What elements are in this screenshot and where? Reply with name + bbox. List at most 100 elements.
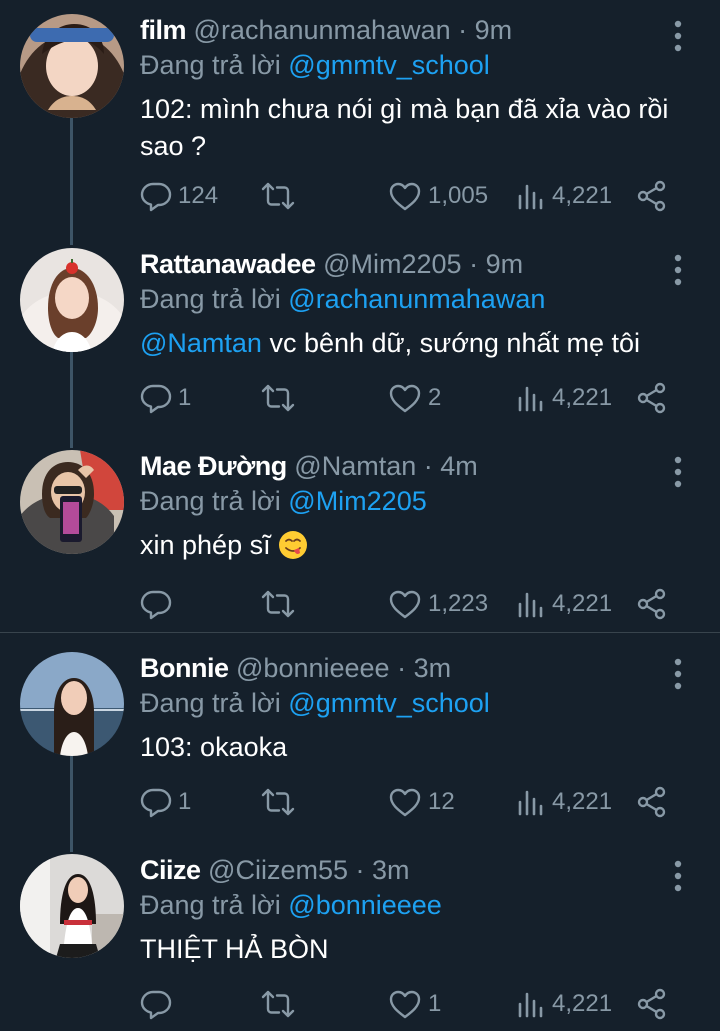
separator-dot: · (458, 15, 468, 45)
avatar[interactable] (20, 248, 124, 352)
timestamp[interactable]: 9m (486, 249, 524, 279)
avatar[interactable] (20, 450, 124, 554)
reply-button[interactable] (140, 584, 178, 624)
replying-to-link[interactable]: @rachanunmahawan (288, 284, 545, 314)
tweet[interactable]: Mae Đường @Namtan · 4m Đang trả lời @Mim… (0, 450, 720, 630)
face-savoring-food-emoji-icon (279, 531, 308, 559)
separator-dot: · (397, 653, 407, 683)
timestamp[interactable]: 9m (475, 15, 513, 45)
like-button[interactable]: 1 (388, 984, 441, 1024)
mention-link[interactable]: @Namtan (140, 328, 262, 358)
share-button[interactable] (636, 176, 668, 216)
replying-to: Đang trả lời @gmmtv_school (140, 687, 490, 719)
like-button[interactable]: 1,005 (388, 176, 488, 216)
view-count: 4,221 (552, 182, 613, 209)
user-handle[interactable]: @Ciizem55 (208, 855, 348, 885)
like-button[interactable]: 2 (388, 378, 441, 418)
replying-to: Đang trả lời @Mim2205 (140, 485, 427, 517)
separator-dot: · (469, 249, 479, 279)
reply-count: 1 (178, 384, 192, 411)
display-name[interactable]: Mae Đường (140, 451, 287, 481)
retweet-arrows-icon (260, 180, 296, 212)
replying-to-link[interactable]: @gmmtv_school (288, 50, 489, 80)
user-handle[interactable]: @Namtan (294, 451, 416, 481)
display-name[interactable]: Ciize (140, 855, 201, 885)
speech-bubble-icon (140, 180, 172, 212)
view-count: 4,221 (552, 590, 613, 617)
views-button[interactable]: 4,221 (516, 984, 612, 1024)
share-button[interactable] (636, 378, 668, 418)
timestamp[interactable]: 3m (414, 653, 452, 683)
tweet-text-body: xin phép sĩ (140, 530, 279, 560)
reply-count: 1 (178, 788, 192, 815)
reply-button[interactable]: 1 (140, 378, 191, 418)
like-button[interactable]: 12 (388, 782, 455, 822)
retweet-button[interactable] (260, 782, 302, 822)
bar-chart-icon (516, 786, 546, 818)
like-button[interactable]: 1,223 (388, 584, 488, 624)
views-button[interactable]: 4,221 (516, 584, 612, 624)
tweet[interactable]: Bonnie @bonnieeee · 3m Đang trả lời @gmm… (0, 652, 720, 832)
tweet[interactable]: Ciize @Ciizem55 · 3m Đang trả lời @bonni… (0, 854, 720, 1029)
share-button[interactable] (636, 584, 668, 624)
reply-button[interactable]: 124 (140, 176, 218, 216)
replying-to-link[interactable]: @bonnieeee (288, 890, 442, 920)
more-options-icon[interactable] (666, 454, 690, 490)
replying-prefix: Đang trả lời (140, 50, 281, 80)
tweet[interactable]: Rattanawadee @Mim2205 · 9m Đang trả lời … (0, 248, 720, 438)
timestamp[interactable]: 4m (440, 451, 478, 481)
like-count: 12 (428, 788, 455, 815)
reply-button[interactable]: 1 (140, 782, 191, 822)
share-button[interactable] (636, 984, 668, 1024)
display-name[interactable]: Bonnie (140, 653, 229, 683)
retweet-arrows-icon (260, 988, 296, 1020)
retweet-button[interactable] (260, 584, 302, 624)
views-button[interactable]: 4,221 (516, 176, 612, 216)
views-button[interactable]: 4,221 (516, 378, 612, 418)
tweet-header: Bonnie @bonnieeee · 3m (140, 652, 451, 684)
retweet-arrows-icon (260, 786, 296, 818)
retweet-button[interactable] (260, 984, 302, 1024)
views-button[interactable]: 4,221 (516, 782, 612, 822)
retweet-button[interactable] (260, 176, 302, 216)
reply-button[interactable] (140, 984, 178, 1024)
replying-to-link[interactable]: @Mim2205 (288, 486, 426, 516)
avatar[interactable] (20, 14, 124, 118)
thread-divider (0, 632, 720, 633)
tweet-header: Rattanawadee @Mim2205 · 9m (140, 248, 523, 280)
display-name[interactable]: film (140, 15, 187, 45)
like-count: 1,005 (428, 182, 489, 209)
more-options-icon[interactable] (666, 656, 690, 692)
speech-bubble-icon (140, 588, 172, 620)
replying-prefix: Đang trả lời (140, 486, 281, 516)
user-handle[interactable]: @bonnieeee (236, 653, 390, 683)
user-handle[interactable]: @Mim2205 (323, 249, 461, 279)
tweet-actions: 1 4,221 (140, 984, 700, 1024)
bar-chart-icon (516, 382, 546, 414)
user-handle[interactable]: @rachanunmahawan (194, 15, 451, 45)
share-button[interactable] (636, 782, 668, 822)
tweet-actions: 124 1,005 4,221 (140, 176, 700, 216)
display-name[interactable]: Rattanawadee (140, 249, 316, 279)
reply-count: 124 (178, 182, 219, 209)
share-nodes-icon (636, 588, 668, 620)
tweet-text-body: vc bênh dữ, sướng nhất mẹ tôi (261, 328, 641, 358)
heart-icon (388, 382, 422, 414)
avatar[interactable] (20, 854, 124, 958)
tweet-text: @Namtan vc bênh dữ, sướng nhất mẹ tôi (140, 325, 700, 362)
more-options-icon[interactable] (666, 858, 690, 894)
timestamp[interactable]: 3m (372, 855, 410, 885)
like-count: 1,223 (428, 590, 489, 617)
share-nodes-icon (636, 988, 668, 1020)
avatar[interactable] (20, 652, 124, 756)
share-nodes-icon (636, 786, 668, 818)
more-options-icon[interactable] (666, 252, 690, 288)
tweet[interactable]: film @rachanunmahawan · 9m Đang trả lời … (0, 14, 720, 224)
retweet-button[interactable] (260, 378, 302, 418)
view-count: 4,221 (552, 990, 613, 1017)
replying-to-link[interactable]: @gmmtv_school (288, 688, 489, 718)
more-options-icon[interactable] (666, 18, 690, 54)
bar-chart-icon (516, 588, 546, 620)
replying-to: Đang trả lời @rachanunmahawan (140, 283, 545, 315)
share-nodes-icon (636, 382, 668, 414)
